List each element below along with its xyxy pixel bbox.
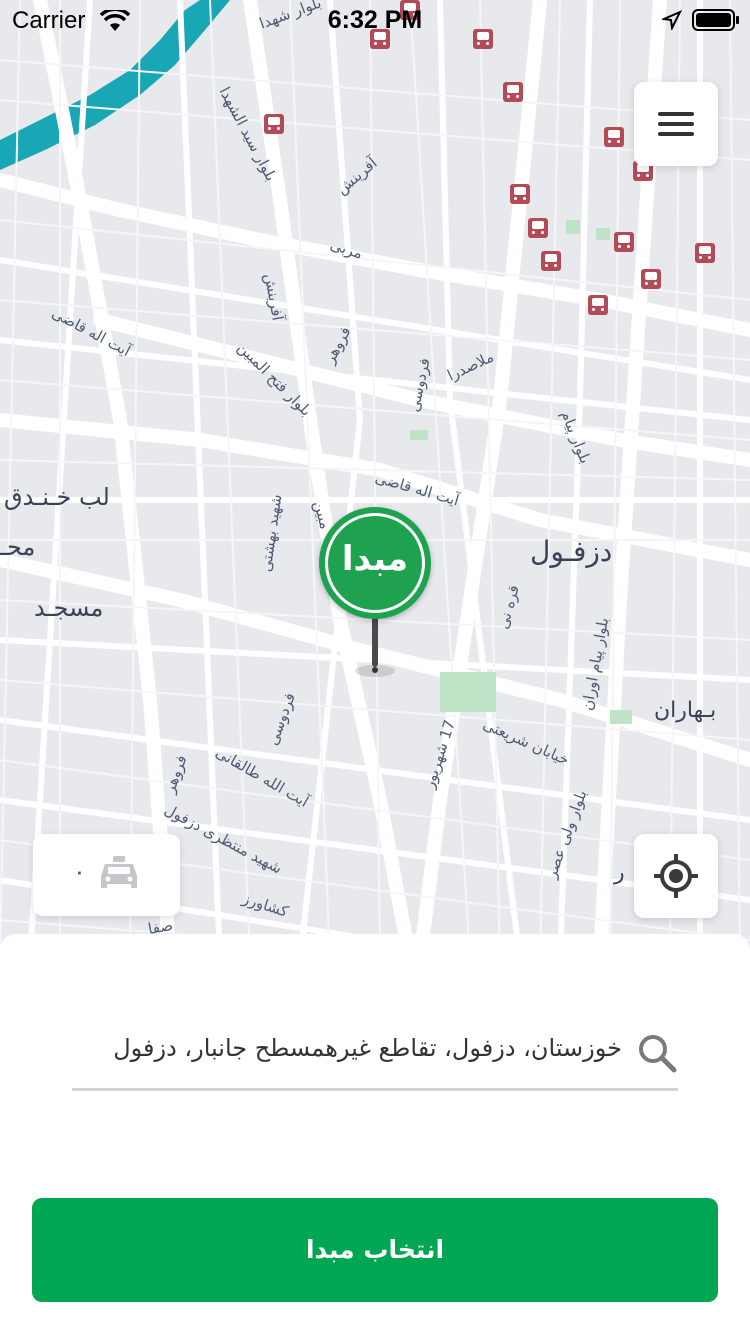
taxi-count: ۰ bbox=[73, 858, 86, 886]
menu-button[interactable] bbox=[634, 82, 718, 166]
bus-stop-icon[interactable] bbox=[503, 82, 523, 102]
hamburger-menu-icon bbox=[658, 132, 694, 136]
area-label: بـهاران bbox=[654, 698, 717, 723]
nearby-taxis-button[interactable]: ۰ bbox=[33, 834, 180, 916]
origin-pin[interactable]: مبدا bbox=[319, 507, 431, 683]
select-origin-button[interactable]: انتخاب مبدا bbox=[32, 1198, 718, 1302]
status-bar: Carrier 6:32 PM bbox=[0, 0, 750, 40]
bus-stop-icon[interactable] bbox=[541, 251, 561, 271]
area-label: محـ bbox=[0, 533, 36, 561]
location-arrow-icon bbox=[660, 9, 683, 35]
search-icon[interactable] bbox=[636, 1032, 678, 1078]
hamburger-menu-icon bbox=[658, 122, 694, 126]
bus-stop-icon[interactable] bbox=[695, 243, 715, 263]
pin-head: مبدا bbox=[319, 507, 431, 619]
bus-stop-icon[interactable] bbox=[641, 269, 661, 289]
bus-stop-icon[interactable] bbox=[614, 232, 634, 252]
pin-dot bbox=[372, 667, 378, 673]
city-label: دزفـول bbox=[530, 535, 613, 568]
locate-me-button[interactable] bbox=[634, 834, 718, 918]
bus-stop-icon[interactable] bbox=[510, 184, 530, 204]
area-label: لب خـنـدق bbox=[4, 483, 110, 511]
pin-label: مبدا bbox=[341, 539, 409, 579]
bus-stop-icon[interactable] bbox=[528, 218, 548, 238]
bus-stop-icon[interactable] bbox=[264, 114, 284, 134]
pin-stick bbox=[372, 617, 378, 667]
area-label: مسجـد bbox=[34, 594, 104, 622]
crosshair-icon bbox=[654, 854, 698, 898]
taxi-car-icon bbox=[97, 854, 141, 898]
hamburger-menu-icon bbox=[658, 112, 694, 116]
search-input-value[interactable]: خوزستان، دزفول، تقاطع غیرهمسطح جانبار، د… bbox=[113, 1034, 622, 1062]
bottom-sheet: خوزستان، دزفول، تقاطع غیرهمسطح جانبار، د… bbox=[0, 934, 750, 1334]
bus-stop-icon[interactable] bbox=[604, 127, 624, 147]
battery-icon bbox=[692, 9, 740, 36]
bus-stop-icon[interactable] bbox=[588, 295, 608, 315]
search-field[interactable]: خوزستان، دزفول، تقاطع غیرهمسطح جانبار، د… bbox=[72, 1022, 678, 1091]
area-label: ر bbox=[614, 860, 625, 885]
clock: 6:32 PM bbox=[327, 6, 423, 34]
